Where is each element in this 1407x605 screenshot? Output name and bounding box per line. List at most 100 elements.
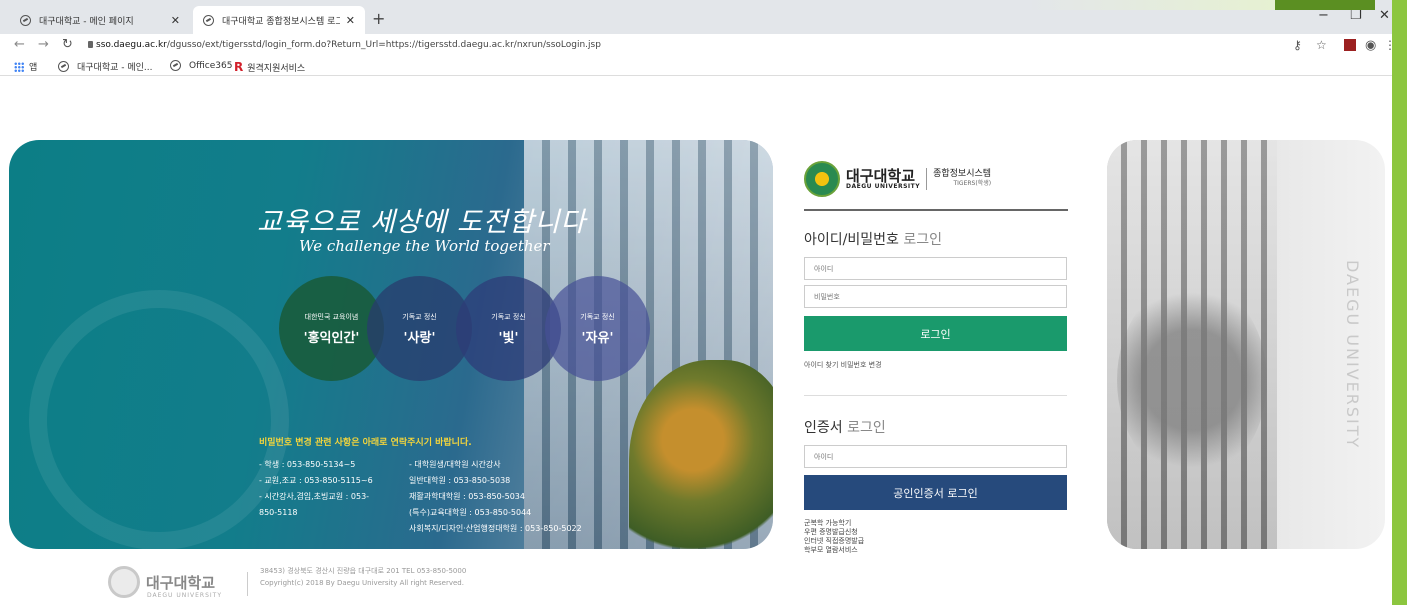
forward-icon[interactable]: →: [38, 37, 49, 52]
tab-title: 대구대학교 - 메인 페이지: [39, 16, 134, 27]
bookmark-daegu[interactable]: 대구대학교 - 메인...: [58, 60, 153, 73]
cert-link[interactable]: 학부모 열람서비스: [804, 546, 1068, 555]
contact-left: - 학생 : 053-850-5134~5 - 교원,조교 : 053-850-…: [259, 457, 373, 521]
close-icon[interactable]: ✕: [346, 14, 355, 27]
contact-line: 일반대학원 : 053-850-5038: [409, 476, 511, 485]
cert-links: 군복학 가능학기 우편 증명발급신청 인터넷 직접증명발급 학부모 열람서비스: [804, 519, 1068, 555]
section-divider: [804, 395, 1067, 396]
logo-system: 종합정보시스템 TIGERS(학생): [933, 169, 991, 189]
footer-address: 38453) 경상북도 경산시 진량읍 대구대로 201 TEL 053-850…: [260, 567, 467, 575]
cert-link[interactable]: 군복학 가능학기: [804, 519, 1068, 528]
remote-support-icon: R: [234, 60, 244, 74]
cert-login-title-bold: 인증서: [804, 420, 843, 436]
panel-divider: [804, 209, 1068, 211]
password-input[interactable]: [804, 285, 1067, 308]
find-account-links[interactable]: 아이디 찾기 비밀번호 변경: [804, 360, 1068, 370]
window-close-icon[interactable]: ✕: [1379, 8, 1390, 23]
id-input[interactable]: [804, 257, 1067, 280]
logo-name-en: DAEGU UNIVERSITY: [846, 182, 921, 190]
side-vertical-text: DAEGU UNIVERSITY: [1343, 260, 1362, 450]
close-icon[interactable]: ✕: [171, 14, 180, 27]
university-emblem-icon: [108, 566, 140, 598]
edge-highlight: [1275, 0, 1375, 10]
url-host: sso.daegu.ac.kr: [96, 40, 167, 50]
logo-name: 대구대학교: [846, 166, 916, 185]
pdf-extension-icon[interactable]: [1344, 39, 1356, 51]
motto-sub: 기독교 정신: [580, 312, 615, 321]
cert-link[interactable]: 인터넷 직접증명발급: [804, 537, 1068, 546]
contact-info: 비밀번호 변경 관련 사항은 아래로 연락주시기 바랍니다. - 학생 : 05…: [259, 435, 639, 533]
footer-divider: [247, 572, 248, 596]
url-path: /dgusso/ext/tigersstd/login_form.do?Retu…: [166, 40, 601, 50]
restore-icon[interactable]: ❐: [1350, 8, 1362, 23]
globe-icon: [170, 60, 181, 71]
bookmark-label: 원격지원서비스: [247, 63, 306, 74]
tree-image: [1117, 280, 1267, 480]
motto-sub: 기독교 정신: [491, 312, 526, 321]
lock-icon: [88, 41, 93, 48]
university-seal-watermark: [29, 290, 289, 549]
cert-login-title: 인증서 로그인: [804, 417, 1068, 437]
star-icon[interactable]: ☆: [1316, 38, 1327, 52]
minimize-icon[interactable]: −: [1318, 8, 1329, 23]
login-panel: 대구대학교 DAEGU UNIVERSITY 종합정보시스템 TIGERS(학생…: [790, 160, 1068, 555]
address-bar: ← → ↻ sso.daegu.ac.kr/dgusso/ext/tigerss…: [0, 34, 1396, 56]
motto-main: '자유': [581, 330, 614, 346]
bookmark-label: 앱: [29, 63, 38, 73]
id-login-title-light: 로그인: [903, 232, 942, 248]
bookmark-remote-support[interactable]: R 원격지원서비스: [234, 60, 305, 74]
contact-line: 사회복지/디자인·산업행정대학원 : 053-850-5022: [409, 524, 582, 533]
side-image: DAEGU UNIVERSITY: [1107, 140, 1385, 549]
motto-main: '빛': [498, 330, 519, 346]
green-edge-decoration: [1392, 0, 1407, 605]
back-icon[interactable]: ←: [14, 37, 25, 52]
app-root: 대구대학교 - 메인 페이지 ✕ 대구대학교 종합정보시스템 로그... ✕ +…: [0, 0, 1407, 605]
reload-icon[interactable]: ↻: [62, 37, 73, 52]
bookmark-office365[interactable]: Office365: [170, 60, 232, 71]
slogan-korean: 교육으로 세상에 도전합니다: [257, 207, 587, 238]
menu-icon[interactable]: ⋮: [1384, 38, 1396, 52]
cert-login-title-light: 로그인: [847, 420, 886, 436]
contact-right: - 대학원생/대학원 시간강사 일반대학원 : 053-850-5038 재활과…: [409, 457, 582, 537]
motto-main: '홍익인간': [303, 330, 360, 346]
edge-highlight: [1025, 0, 1275, 10]
contact-title: 비밀번호 변경 관련 사항은 아래로 연락주시기 바랍니다.: [259, 438, 472, 448]
logo-system-name: 종합정보시스템: [933, 169, 992, 179]
contact-line: - 학생 : 053-850-5134~5: [259, 460, 356, 469]
globe-icon: [20, 14, 31, 26]
key-icon[interactable]: ⚷: [1293, 38, 1302, 52]
contact-line: 850-5118: [259, 508, 298, 517]
slogan-english: We challenge the World together: [299, 237, 550, 255]
bookmark-label: 대구대학교 - 메인...: [77, 63, 153, 73]
bookmark-label: Office365: [189, 60, 233, 71]
tab-daegu-main[interactable]: 대구대학교 - 메인 페이지 ✕: [10, 6, 190, 34]
logo-system-sub: TIGERS(학생): [953, 180, 992, 187]
contact-line: - 교원,조교 : 053-850-5115~6: [259, 476, 373, 485]
logo-divider: [926, 168, 928, 190]
profile-icon[interactable]: ◉: [1365, 38, 1376, 53]
new-tab-button[interactable]: +: [372, 9, 385, 28]
footer-copyright: Copyright(c) 2018 By Daegu University Al…: [260, 579, 464, 587]
cert-link[interactable]: 우편 증명발급신청: [804, 528, 1068, 537]
footer-name-en: DAEGU UNIVERSITY: [147, 592, 222, 599]
contact-line: 재활과학대학원 : 053-850-5034: [409, 492, 525, 501]
motto-sub: 대한민국 교육이념: [304, 312, 359, 321]
url-field[interactable]: sso.daegu.ac.kr/dgusso/ext/tigersstd/log…: [96, 40, 601, 50]
university-emblem-icon: [804, 161, 840, 197]
tab-login[interactable]: 대구대학교 종합정보시스템 로그... ✕: [193, 6, 365, 34]
id-login-title: 아이디/비밀번호 로그인: [804, 229, 1068, 249]
logo-text: 대구대학교 DAEGU UNIVERSITY: [846, 166, 921, 190]
hero-banner: 교육으로 세상에 도전합니다 We challenge the World to…: [9, 140, 773, 549]
cert-login-button[interactable]: 공인인증서 로그인: [804, 475, 1067, 510]
globe-icon: [203, 14, 214, 26]
cert-id-input[interactable]: [804, 445, 1067, 468]
contact-line: - 시간강사,겸임,초빙교원 : 053-: [259, 492, 370, 501]
contact-line: - 대학원생/대학원 시간강사: [409, 460, 501, 469]
apps-icon: [14, 61, 24, 72]
id-login-title-bold: 아이디/비밀번호: [804, 232, 899, 248]
footer-name: 대구대학교: [146, 573, 216, 592]
tab-title: 대구대학교 종합정보시스템 로그...: [222, 16, 340, 27]
bookmark-apps[interactable]: 앱: [14, 60, 37, 73]
login-button[interactable]: 로그인: [804, 316, 1067, 351]
footer-text: 38453) 경상북도 경산시 진량읍 대구대로 201 TEL 053-850…: [260, 565, 466, 589]
